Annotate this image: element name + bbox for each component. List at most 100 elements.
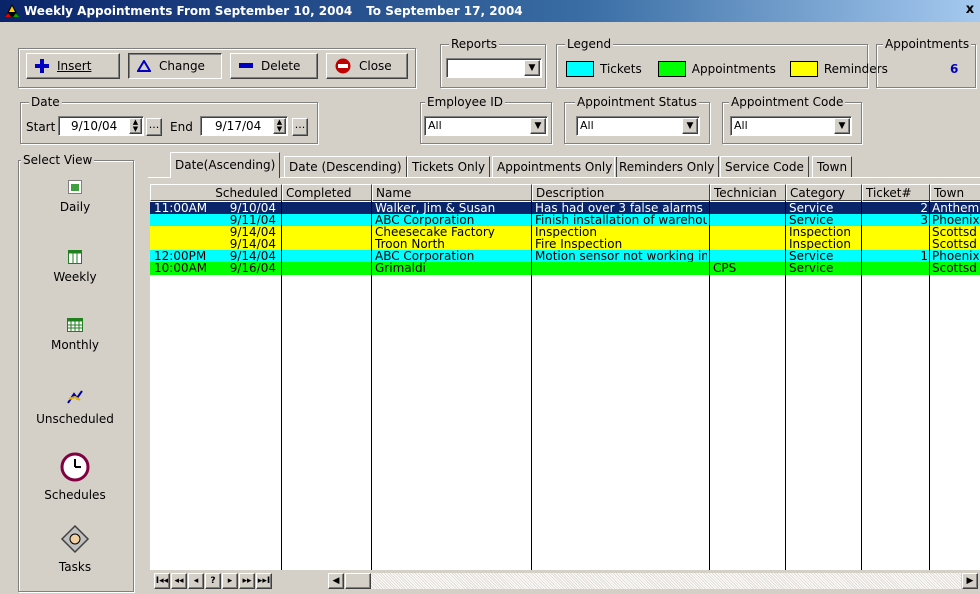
grid-column-divider [371,201,372,570]
navigation-bar: I◂◂ ◂◂ ◂ ? ▸ ▸▸ ▸▸I ◀ ▶ [150,572,980,590]
grid-column-divider [785,201,786,570]
tab-date-descending[interactable]: Date (Descending) [284,156,407,177]
tab-date-ascending[interactable]: Date(Ascending) [170,152,281,178]
reports-select[interactable]: ▼ [446,58,542,78]
scroll-left-button[interactable]: ◀ [328,573,344,589]
tab-town[interactable]: Town [812,156,853,177]
tab-appointments-only[interactable]: Appointments Only [492,156,618,177]
end-date-spinner[interactable]: ▲ ▼ [273,118,286,134]
first-record-button[interactable]: I◂◂ [154,573,170,589]
header-town[interactable]: Town [930,184,980,201]
delete-button[interactable]: Delete [230,53,318,79]
status-value: All [580,119,594,132]
next-record-button[interactable]: ▸ [222,573,238,589]
status-label: Appointment Status [575,95,699,109]
table-row[interactable]: 10:00AM 9/16/04 Grimaldi CPS Service Scottsd [150,262,980,275]
grid-column-divider [861,201,862,570]
last-record-button[interactable]: ▸▸I [256,573,272,589]
view-schedules-label: Schedules [44,488,106,502]
scroll-right-button[interactable]: ▶ [962,573,978,589]
insert-button[interactable]: Insert [26,53,120,79]
start-date-field[interactable]: 9/10/04 ▲ ▼ [58,116,144,136]
plus-icon [35,59,49,73]
view-daily-label: Daily [59,200,91,214]
employee-select[interactable]: All ▼ [424,116,548,136]
view-weekly[interactable]: Weekly [20,250,130,284]
dropdown-arrow-icon[interactable]: ▼ [524,60,540,76]
clock-icon [60,452,90,482]
tab-reminders-only[interactable]: Reminders Only [614,156,720,177]
end-date-picker-button[interactable]: ... [292,118,308,136]
grid-column-divider [709,201,710,570]
view-tasks[interactable]: Tasks [20,524,130,574]
header-category[interactable]: Category [786,184,862,201]
appointments-label: Appointments [883,37,972,51]
code-value: All [734,119,748,132]
minus-icon [239,63,253,68]
change-button[interactable]: Change [128,53,222,79]
triangle-icon [137,60,151,72]
cell-completed [284,262,370,275]
employee-value: All [428,119,442,132]
cell-technician: CPS [713,262,737,275]
window-title: Weekly Appointments From September 10, 2… [24,4,523,18]
dropdown-arrow-icon[interactable]: ▼ [682,118,698,134]
code-label: Appointment Code [729,95,846,109]
insert-label: Insert [57,59,92,73]
previous-record-button[interactable]: ◂ [188,573,204,589]
header-technician[interactable]: Technician [710,184,786,201]
legend-swatch-tickets [566,61,594,77]
close-window-button[interactable]: x [962,2,978,18]
view-unscheduled[interactable]: Unscheduled [20,388,130,426]
view-monthly-label: Monthly [50,338,100,352]
scrollbar-track[interactable] [371,573,961,589]
header-scheduled[interactable]: Scheduled [150,184,282,201]
daily-calendar-icon [68,180,82,194]
header-ticket[interactable]: Ticket# [862,184,930,201]
date-label: Date [29,95,62,109]
tab-service-code[interactable]: Service Code [720,156,809,177]
header-description[interactable]: Description [532,184,710,201]
delete-label: Delete [261,59,301,73]
code-select[interactable]: All ▼ [730,116,852,136]
view-schedules[interactable]: Schedules [20,452,130,502]
tab-tickets-only[interactable]: Tickets Only [407,156,491,177]
end-date-field[interactable]: 9/17/04 ▲ ▼ [200,116,288,136]
unscheduled-icon [67,390,83,404]
header-completed[interactable]: Completed [282,184,372,201]
next-page-button[interactable]: ▸▸ [239,573,255,589]
cell-description [535,262,707,275]
weekly-calendar-icon [68,250,82,264]
view-daily[interactable]: Daily [20,180,130,214]
dropdown-arrow-icon[interactable]: ▼ [834,118,850,134]
start-date-spinner[interactable]: ▲ ▼ [129,118,142,134]
appointments-count: 6 [950,62,959,76]
grid-column-divider [531,201,532,570]
help-button[interactable]: ? [205,573,221,589]
header-name[interactable]: Name [372,184,532,201]
grid-column-divider [929,201,930,570]
app-icon [5,4,19,17]
view-tasks-label: Tasks [58,560,92,574]
dropdown-arrow-icon[interactable]: ▼ [530,118,546,134]
start-date-picker-button[interactable]: ... [146,118,162,136]
cell-name: Grimaldi [375,262,426,275]
previous-page-button[interactable]: ◂◂ [171,573,187,589]
start-label: Start [26,120,56,134]
scrollbar-thumb[interactable] [345,573,371,589]
appointments-grid: Scheduled Completed Name Description Tec… [150,184,980,570]
cell-time: 10:00AM [154,262,208,275]
legend-label: Legend [565,37,614,51]
status-select[interactable]: All ▼ [576,116,700,136]
view-monthly[interactable]: Monthly [20,318,130,352]
end-label: End [170,120,193,134]
reports-label: Reports [449,37,500,51]
appointments-group: Appointments [876,37,976,88]
cell-town: Scottsd [932,262,977,275]
legend-label-tickets: Tickets [600,62,642,76]
end-date-value: 9/17/04 [215,119,262,133]
change-label: Change [159,59,205,73]
cell-category: Service [789,262,834,275]
close-button[interactable]: Close [326,53,408,79]
tasks-hand-icon [60,524,90,554]
